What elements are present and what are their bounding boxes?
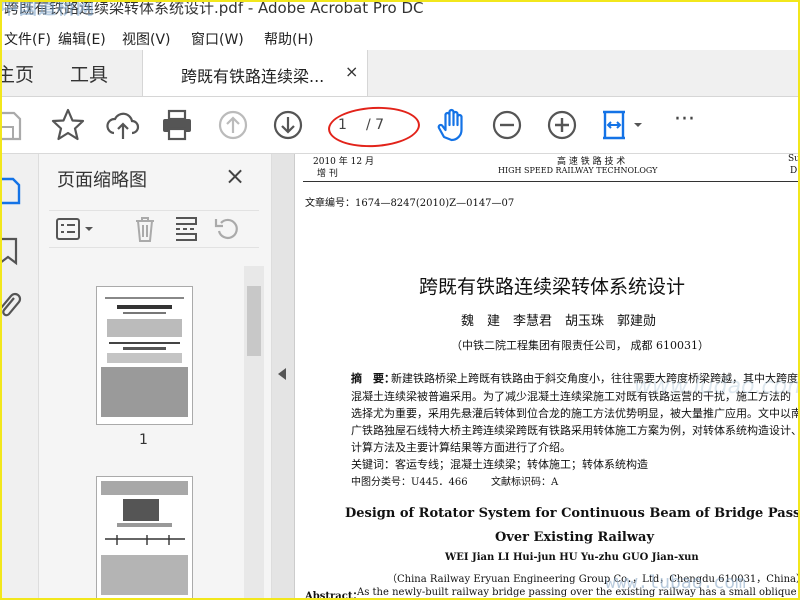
title-bar: 跨既有铁路连续梁转体系统设计.pdf - Adobe Acrobat Pro D… [2,2,798,24]
attachments-icon[interactable] [0,290,22,320]
menu-window[interactable]: 窗口(W) [191,29,244,49]
keywords: 关键词：客运专线；混凝土连续梁；转体施工；转体系统构造 [351,458,648,471]
watermark-middle: www.ludao.com [634,374,800,399]
fit-page-icon[interactable] [599,107,649,143]
tab-document-label: 跨既有铁路连续梁... [181,67,325,86]
bookmark-star-icon[interactable] [50,107,86,143]
main-toolbar: 1 / 7 ··· [2,97,798,154]
watermark-bottom-right: www.lubao.com [605,572,746,593]
page-thumbnail-1[interactable] [96,286,193,425]
abstract-cn-label: 摘 要： [351,372,395,385]
clc-number: 中图分类号：U445．466 [351,477,468,488]
tab-document[interactable]: 跨既有铁路连续梁... × [142,50,368,96]
thumbnails-scrollbar[interactable] [244,266,264,598]
tab-close-icon[interactable]: × [345,62,358,81]
rotate-page-icon[interactable] [213,215,241,243]
abstract-cn-line-3: 选择尤为重要，采用先悬灌后转体到位合龙的施工方法优势明显，被大量推广应用。文中以… [351,407,798,420]
page-thumbnail-1-preview [101,297,188,417]
thumbnails-panel-title: 页面缩略图 [57,170,147,191]
collapse-panel-arrow-icon[interactable] [278,368,286,380]
menu-view[interactable]: 视图(V) [122,29,171,49]
thumbnails-toolbar [49,210,259,248]
zoom-in-icon[interactable] [544,107,580,143]
watermark-top-left: 中国道桥网 [0,0,95,19]
article-authors-cn: 魏 建 李慧君 胡玉珠 郭建勋 [461,314,657,329]
next-page-icon[interactable] [270,107,306,143]
abstract-en-label: Abstract： [305,591,363,598]
thumbnails-panel: 页面缩略图 × 1 [39,154,272,598]
close-panel-icon[interactable]: × [225,162,245,190]
page-thumbnail-1-label: 1 [139,432,148,448]
article-title-cn: 跨既有铁路连续梁转体系统设计 [419,276,686,298]
more-tools-icon[interactable]: ··· [674,107,695,132]
menu-help[interactable]: 帮助(H) [264,29,313,49]
zoom-out-icon[interactable] [489,107,525,143]
page-number-box: 1 / 7 [327,104,421,150]
tab-tools[interactable]: 工具 [70,60,108,87]
journal-header-right-2: D [790,166,798,176]
tab-home[interactable]: 主页 [2,60,34,87]
thumbnails-scrollbar-thumb[interactable] [247,286,261,356]
insert-page-icon[interactable] [173,215,199,243]
panel-splitter[interactable] [272,154,295,598]
abstract-cn-line-4: 广铁路独屋石线特大桥主跨连续梁跨既有铁路采用转体施工方案为例，对转体系统构造设计… [351,424,798,437]
cloud-upload-icon[interactable] [105,107,141,143]
page-thumbnail-2[interactable] [96,476,193,598]
bookmarks-icon[interactable] [0,236,22,266]
left-navigation-rail [2,154,39,598]
menu-bar: 文件(F) 编辑(E) 视图(V) 窗口(W) 帮助(H) [2,26,798,50]
abstract-cn-line-5: 计算方法及主要计算结果等方面进行了介绍。 [351,441,571,454]
article-title-en-line-1: Design of Rotator System for Continuous … [345,506,798,521]
page-thumbnails-icon[interactable] [0,176,22,206]
journal-issue: 增 刊 [317,169,338,179]
red-highlight-ellipse [327,104,421,150]
print-icon[interactable] [159,107,195,143]
thumbnail-options-icon[interactable] [55,217,99,241]
header-rule [303,181,798,182]
journal-name-en: HIGH SPEED RAILWAY TECHNOLOGY [498,166,658,175]
menu-edit[interactable]: 编辑(E) [58,29,106,49]
journal-header-right-1: Su [788,154,798,164]
article-authors-en: WEI Jian LI Hui-jun HU Yu-zhu GUO Jian-x… [445,552,699,563]
page-thumbnail-2-preview [101,481,188,595]
acrobat-window: 跨既有铁路连续梁转体系统设计.pdf - Adobe Acrobat Pro D… [0,0,800,600]
save-icon[interactable] [0,107,24,143]
article-affiliation-cn: （中铁二院工程集团有限责任公司， 成都 610031） [451,339,709,352]
previous-page-icon[interactable] [215,107,251,143]
document-code: 文献标识码：A [491,477,559,488]
menu-file[interactable]: 文件(F) [4,29,51,49]
delete-page-icon[interactable] [133,215,157,243]
tab-row: 主页 工具 跨既有铁路连续梁... × [2,50,798,97]
article-number: 文章编号：1674—8247(2010)Z—0147—07 [305,198,515,209]
hand-tool-icon[interactable] [434,107,470,143]
article-title-en-line-2: Over Existing Railway [495,530,655,545]
